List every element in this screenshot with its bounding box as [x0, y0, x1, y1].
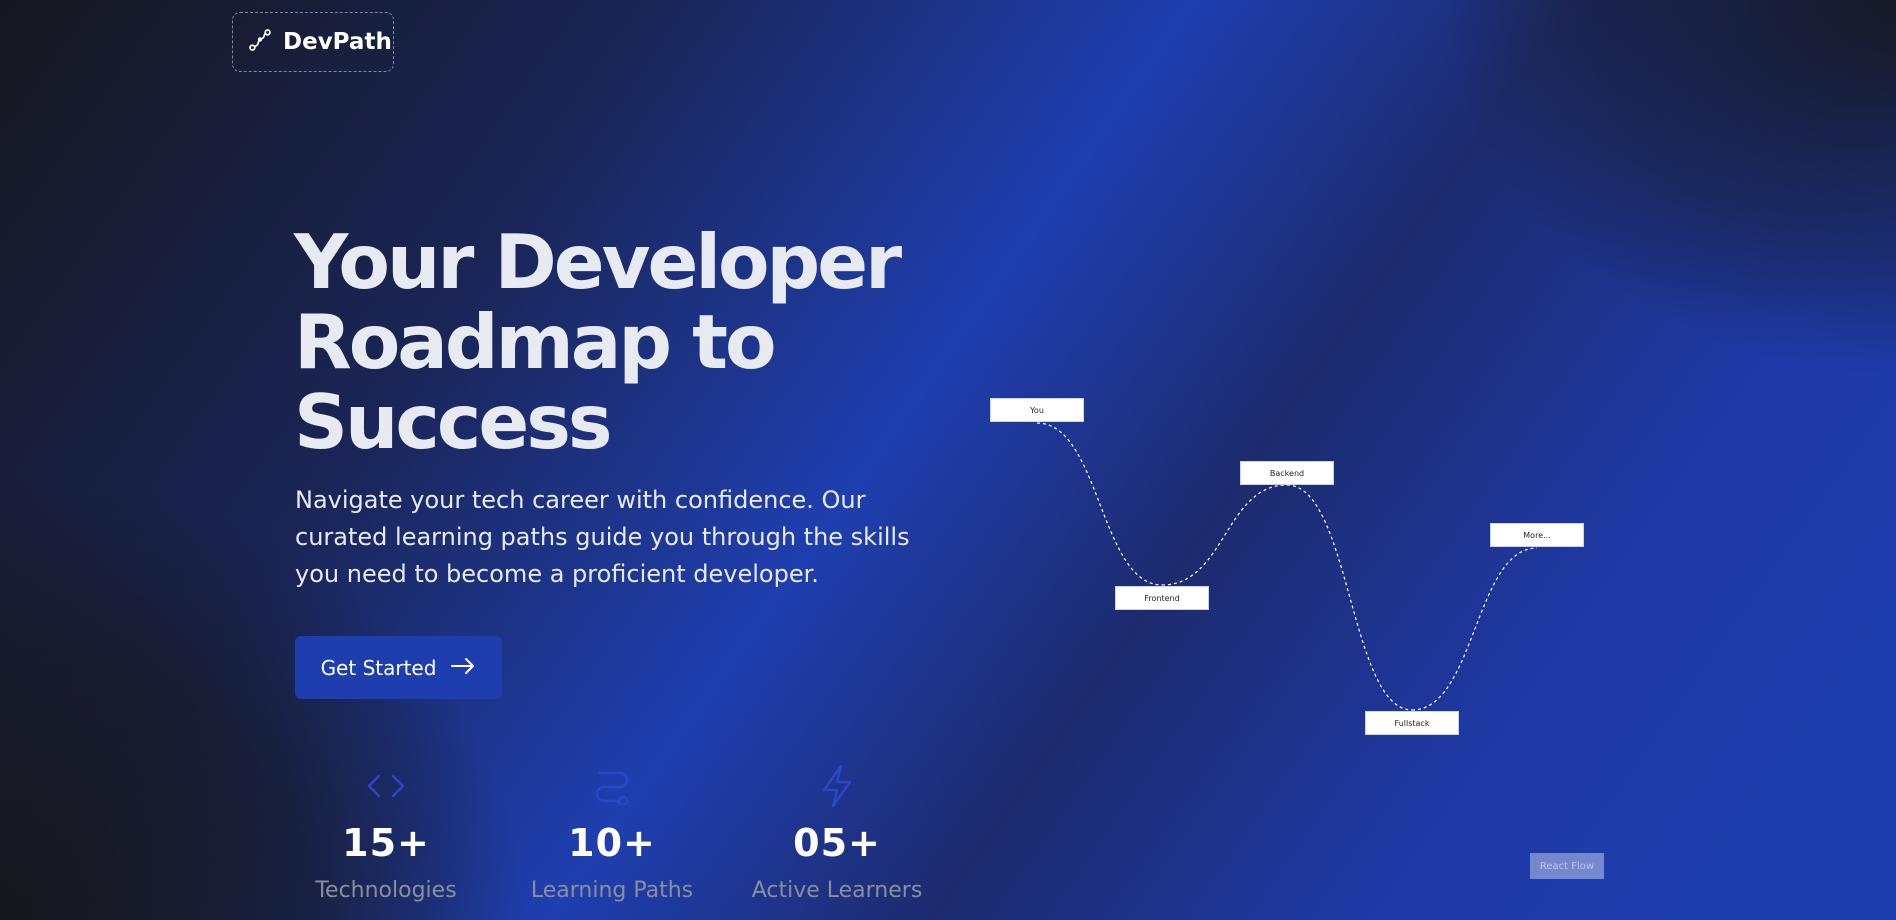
edge-backend-fullstack — [1286, 484, 1413, 711]
roadmap-node-fullstack[interactable]: Fullstack — [1365, 711, 1459, 735]
edge-fullstack-more — [1411, 547, 1538, 711]
roadmap-node-backend[interactable]: Backend — [1240, 461, 1334, 485]
hero-title: Your Developer Roadmap to Success — [294, 218, 902, 466]
route-icon — [497, 762, 727, 810]
roadmap-node-frontend[interactable]: Frontend — [1115, 586, 1209, 610]
stat-label: Learning Paths — [530, 878, 694, 903]
stat-label: Active Learners — [751, 878, 923, 903]
roadmap-node-more[interactable]: More... — [1490, 523, 1584, 547]
get-started-label: Get Started — [320, 655, 437, 680]
brand-name: DevPath — [283, 29, 392, 55]
stat-technologies: 15+ Technologies — [271, 762, 501, 903]
stat-active-learners: 05+ Active Learners — [722, 762, 952, 903]
zap-icon — [722, 762, 952, 810]
route-icon — [247, 27, 273, 57]
brand-logo[interactable]: DevPath — [232, 12, 394, 72]
get-started-button[interactable]: Get Started — [295, 636, 502, 699]
stat-value: 15+ — [342, 821, 430, 865]
code-icon — [271, 762, 501, 810]
stat-value: 10+ — [568, 821, 656, 865]
stat-label: Technologies — [315, 878, 457, 903]
stat-learning-paths: 10+ Learning Paths — [497, 762, 727, 903]
stat-value: 05+ — [793, 821, 881, 865]
hero-subtitle: Navigate your tech career with confidenc… — [295, 486, 910, 588]
edge-frontend-backend — [1161, 484, 1288, 586]
edge-you-frontend — [1036, 422, 1163, 586]
react-flow-attribution[interactable]: React Flow — [1530, 853, 1604, 879]
arrow-right-icon — [450, 656, 476, 680]
roadmap-node-you[interactable]: You — [990, 398, 1084, 422]
